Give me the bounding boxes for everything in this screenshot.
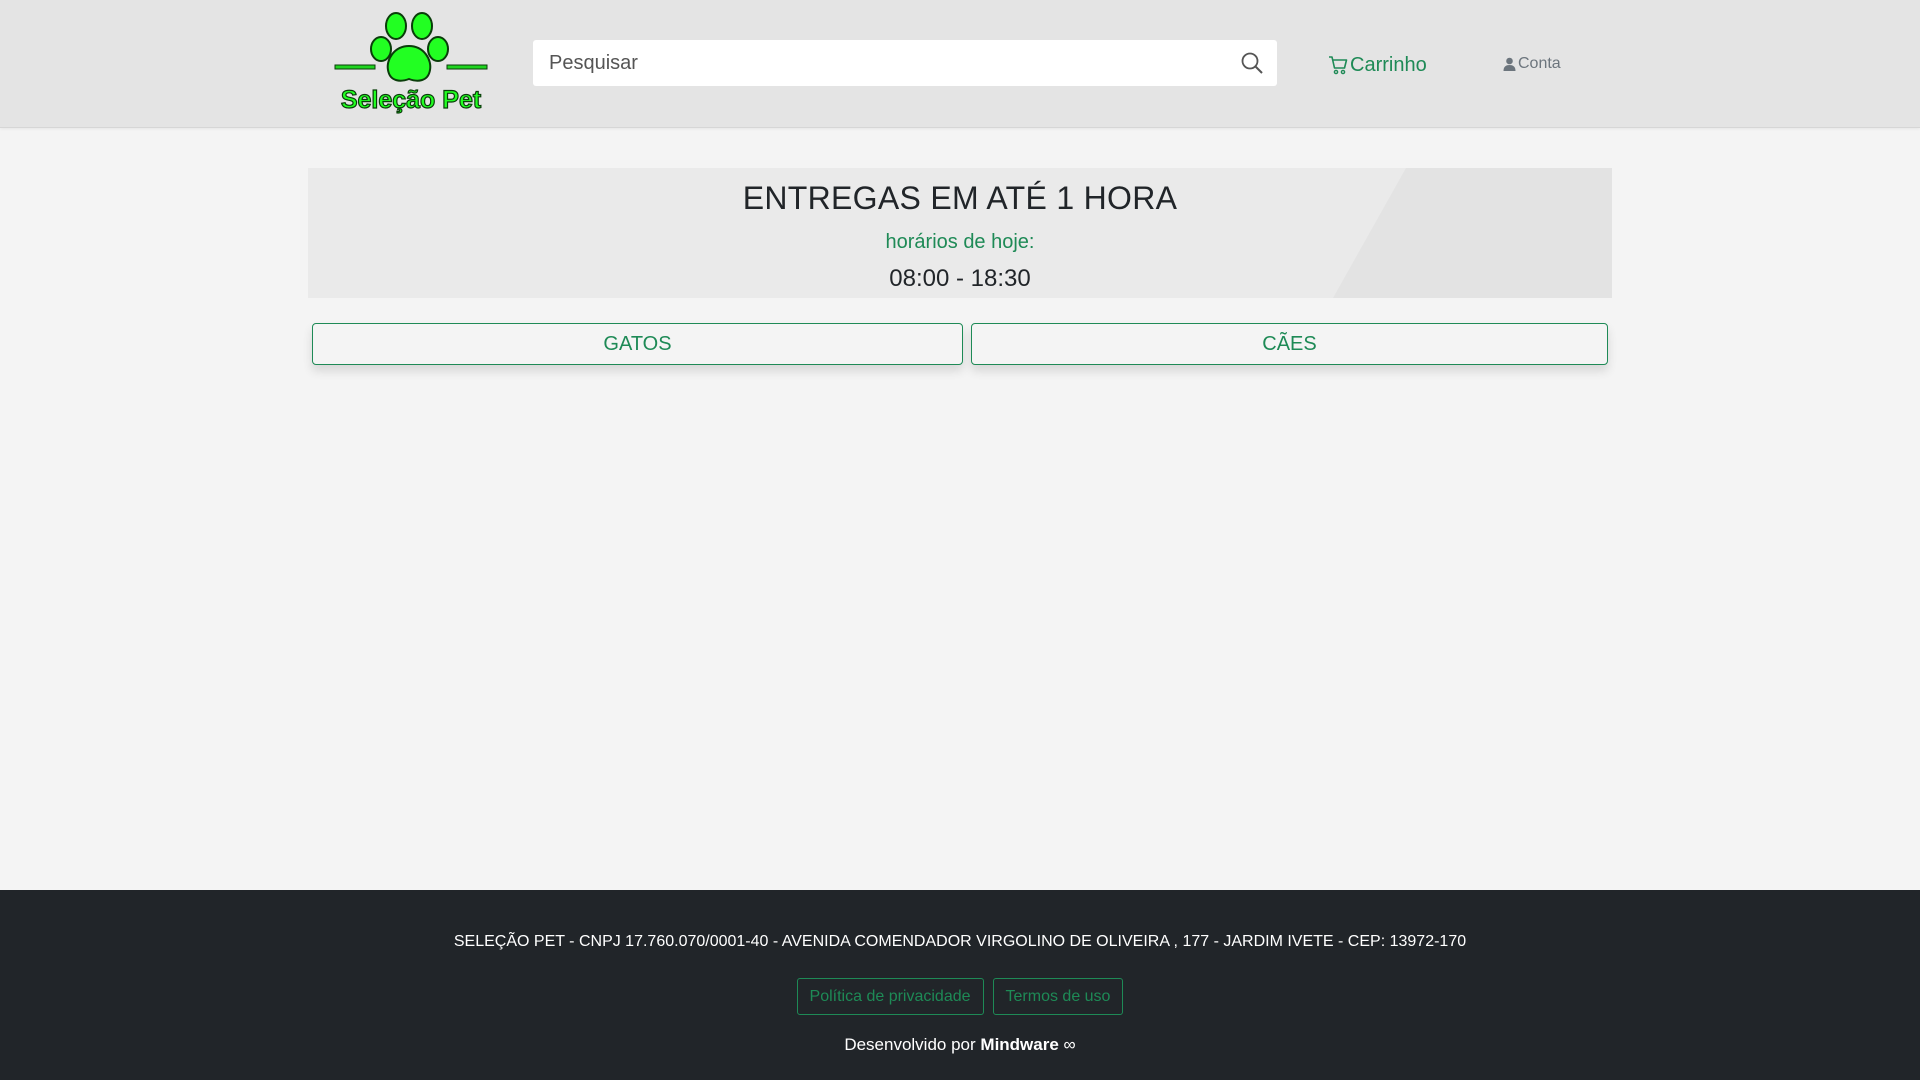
logo[interactable]: Seleção Pet — [330, 8, 492, 120]
header: Seleção Pet Carrinho Conta — [0, 0, 1920, 128]
search-bar — [533, 40, 1277, 86]
footer: SELEÇÃO PET - CNPJ 17.760.070/0001-40 - … — [0, 890, 1920, 1080]
person-icon — [1503, 57, 1516, 71]
banner-title: ENTREGAS EM ATÉ 1 HORA — [742, 180, 1178, 216]
account-label: Conta — [1518, 55, 1561, 72]
footer-links: Política de privacidade Termos de uso — [0, 978, 1920, 1015]
logo-text: Seleção Pet — [340, 85, 482, 114]
cart-link[interactable]: Carrinho — [1328, 50, 1427, 80]
cart-icon — [1329, 56, 1348, 75]
terms-of-use-button[interactable]: Termos de uso — [992, 978, 1124, 1015]
banner-subtitle: horários de hoje: — [885, 231, 1035, 253]
infinity-icon: ∞ — [1063, 1035, 1076, 1054]
credit-brand[interactable]: Mindware — [980, 1035, 1058, 1054]
search-button[interactable] — [1237, 48, 1267, 78]
search-input[interactable] — [533, 40, 1213, 86]
footer-credit: Desenvolvido por Mindware ∞ — [0, 1035, 1920, 1055]
delivery-banner: ENTREGAS EM ATÉ 1 HORA horários de hoje:… — [308, 168, 1612, 298]
cart-label: Carrinho — [1350, 53, 1427, 76]
paw-print-icon — [334, 12, 488, 82]
banner-hours: 08:00 - 18:30 — [889, 265, 1031, 292]
credit-prefix: Desenvolvido por — [844, 1035, 976, 1054]
privacy-policy-button[interactable]: Política de privacidade — [796, 978, 984, 1015]
account-link[interactable]: Conta — [1503, 52, 1561, 76]
category-button-caes[interactable]: CÃES — [971, 323, 1608, 365]
category-button-gatos[interactable]: GATOS — [312, 323, 963, 365]
footer-company-info: SELEÇÃO PET - CNPJ 17.760.070/0001-40 - … — [453, 933, 1467, 950]
search-icon — [1241, 52, 1263, 74]
